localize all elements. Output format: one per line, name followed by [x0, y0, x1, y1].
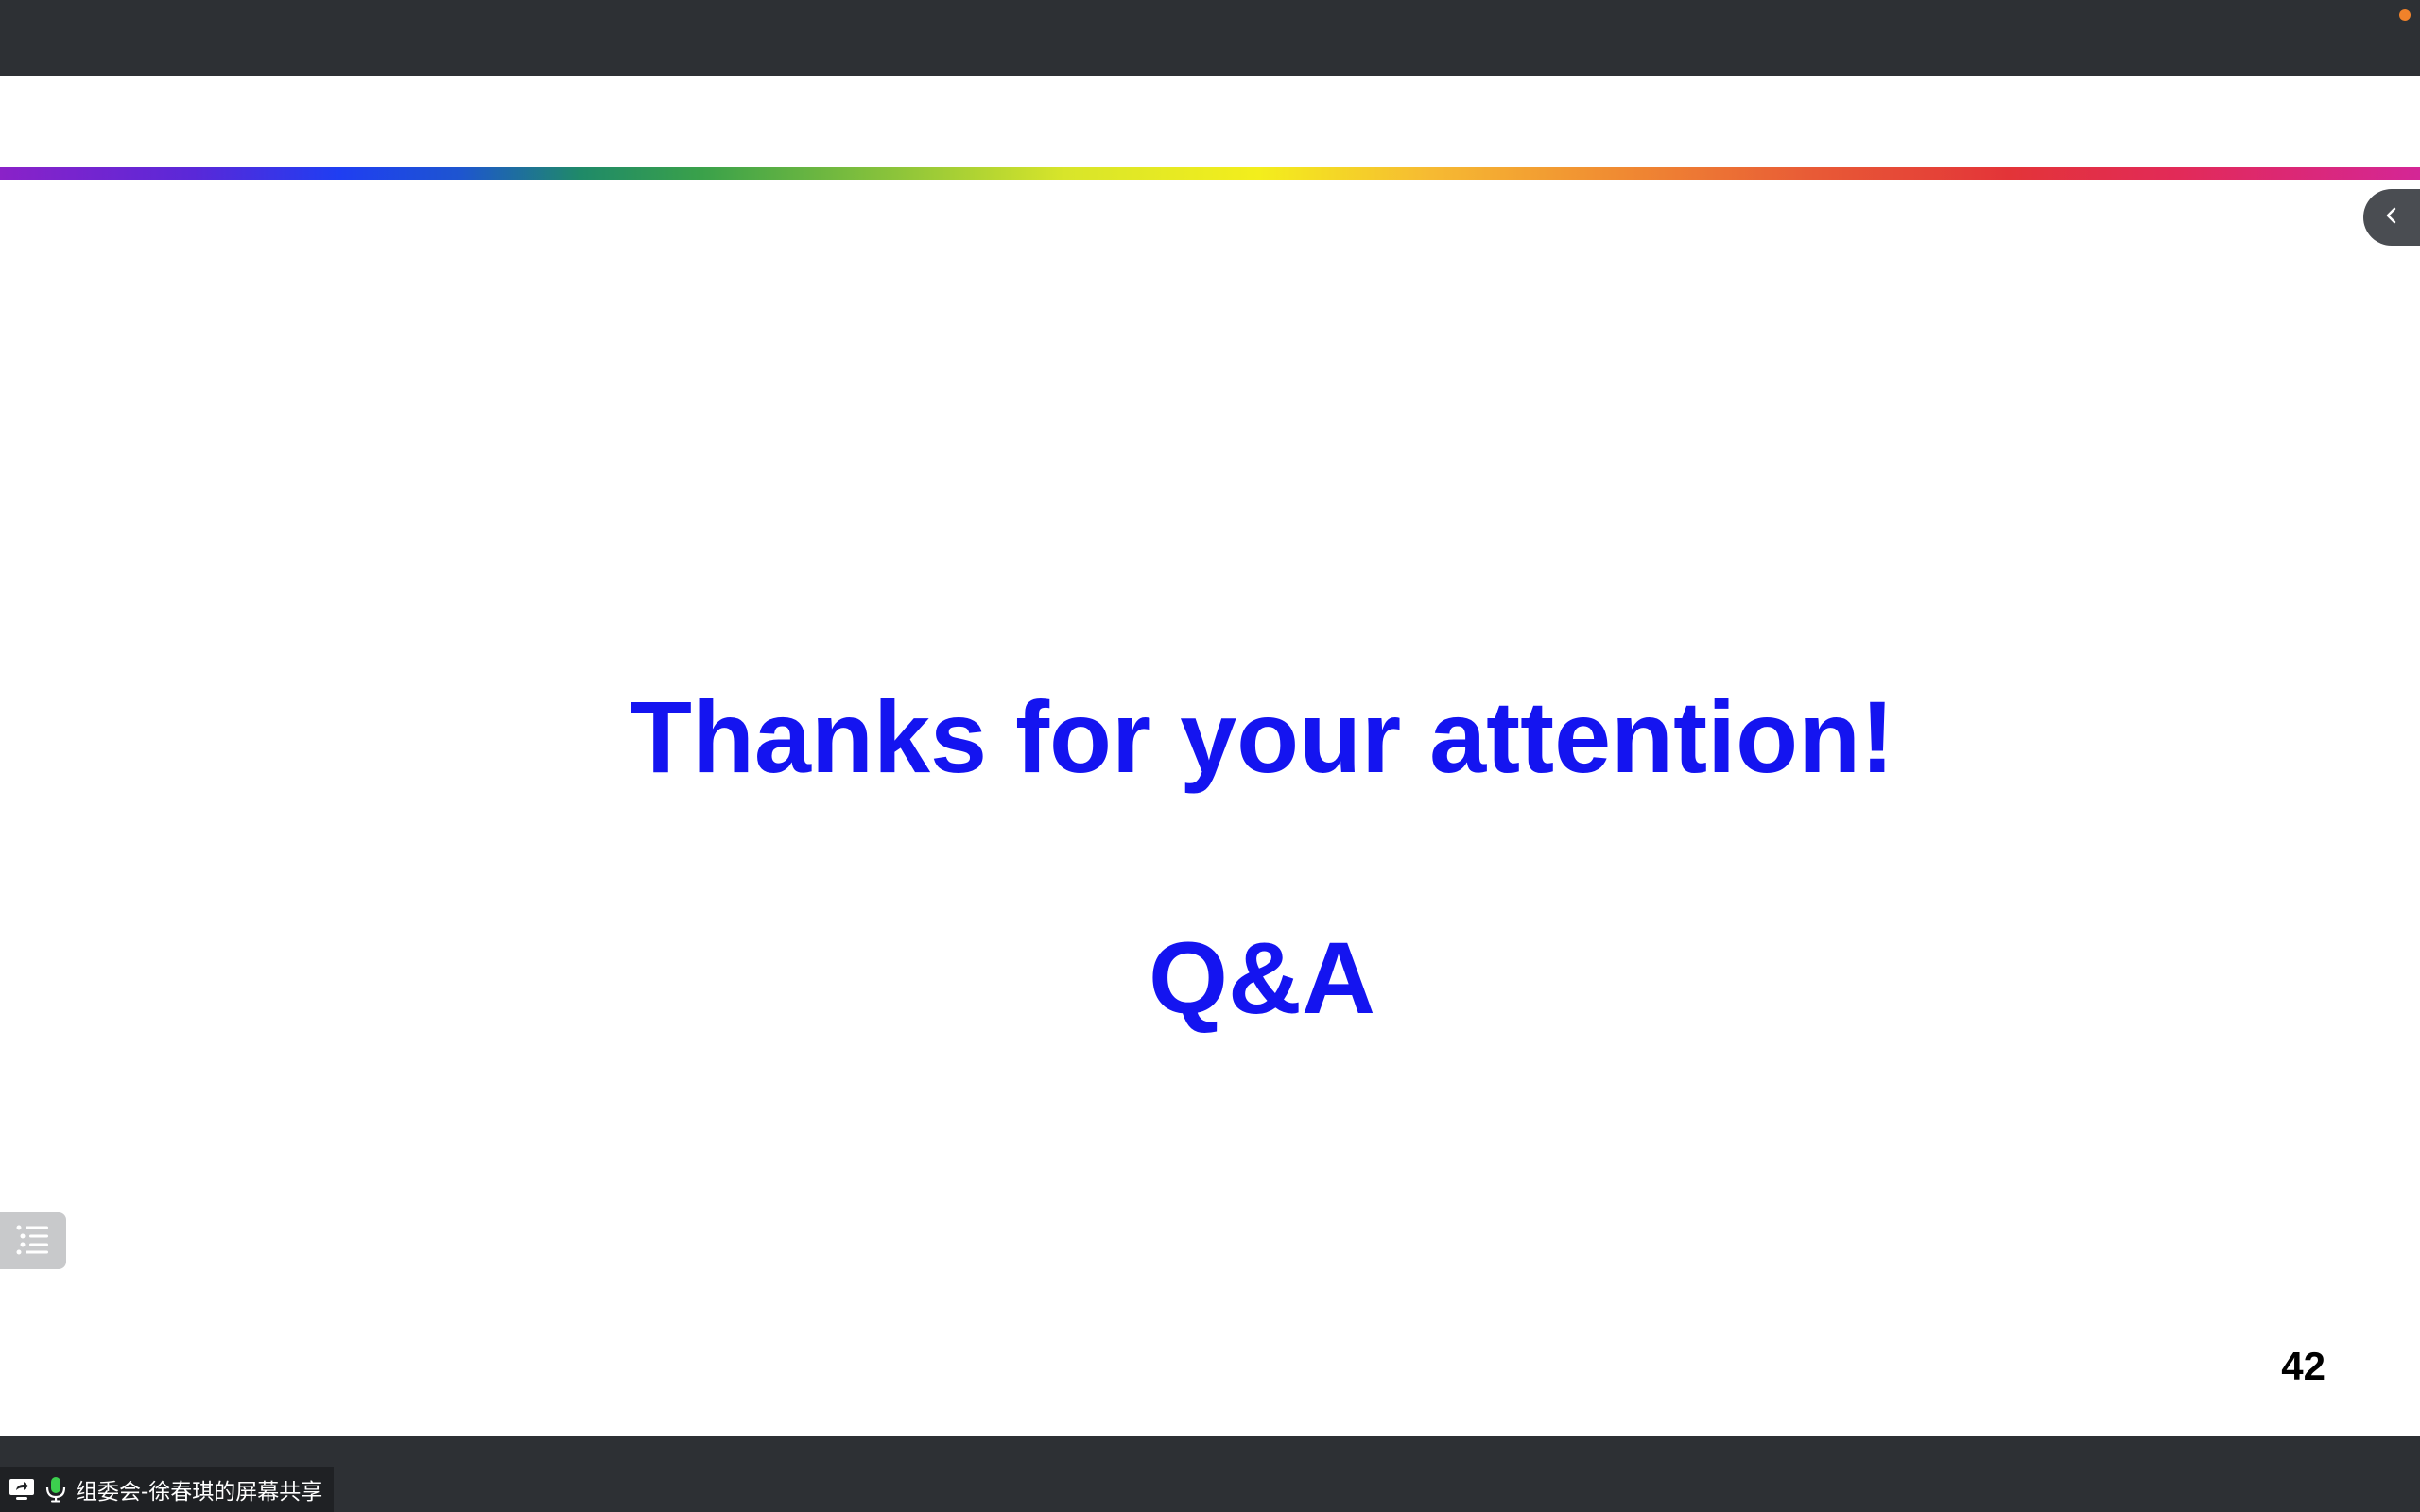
screen-share-icon — [8, 1477, 36, 1502]
slide-rainbow-divider — [0, 167, 2420, 180]
slide-title: Thanks for your attention! — [629, 679, 1895, 794]
screen-share-indicator: 组委会-徐春琪的屏幕共享 — [0, 1467, 335, 1512]
microphone-icon — [45, 1476, 66, 1503]
slide-subtitle: Q&A — [1149, 920, 1375, 1035]
side-panel-toggle-button[interactable] — [2363, 189, 2420, 246]
chevron-left-icon — [2382, 204, 2401, 232]
meeting-top-bar — [0, 0, 2420, 76]
meeting-bottom-bar — [0, 1436, 2420, 1512]
slide-page-number: 42 — [2281, 1344, 2325, 1388]
list-icon — [14, 1223, 52, 1260]
recording-indicator-dot — [2399, 9, 2411, 21]
slide-outline-button[interactable] — [0, 1212, 66, 1269]
screen-share-label: 组委会-徐春琪的屏幕共享 — [76, 1480, 323, 1504]
